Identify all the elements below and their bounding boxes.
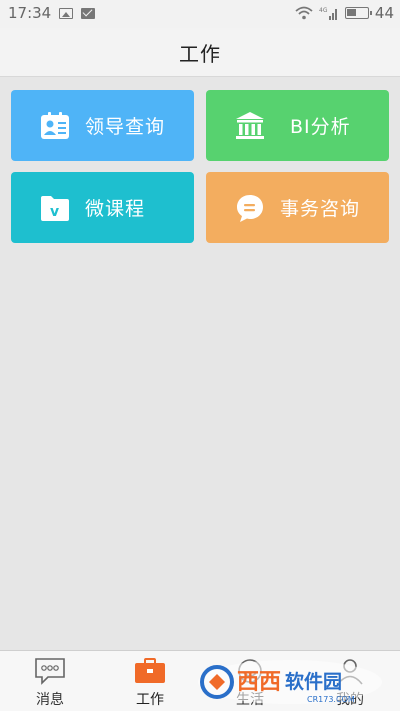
nav-label: 我的: [336, 692, 364, 708]
nav-item-life[interactable]: 生活: [200, 651, 300, 711]
contact-card-icon: [41, 112, 69, 139]
tile-bi-analysis[interactable]: BI分析: [206, 90, 389, 161]
tile-label: 领导查询: [85, 116, 166, 138]
tile-label: 微课程: [85, 198, 146, 220]
wifi-icon: [295, 6, 313, 20]
page-title: 工作: [179, 41, 221, 66]
svg-text:v: v: [50, 204, 59, 220]
nav-item-messages[interactable]: 消息: [0, 651, 100, 711]
tile-micro-course[interactable]: v 微课程: [11, 172, 194, 243]
tile-label: 事务咨询: [280, 198, 361, 220]
status-bar: 17:34 4G 44: [0, 0, 400, 28]
mail-notification-icon: [81, 7, 96, 19]
video-folder-icon: v: [41, 196, 69, 221]
battery-icon: [344, 7, 372, 19]
svg-text:4G: 4G: [319, 7, 328, 14]
nav-item-work[interactable]: 工作: [100, 651, 200, 711]
briefcase-icon: [135, 658, 165, 683]
nav-label: 工作: [136, 692, 164, 708]
tile-label: BI分析: [290, 116, 351, 138]
nav-item-mine[interactable]: 我的: [300, 651, 400, 711]
image-notification-icon: [59, 7, 74, 19]
message-icon: [35, 658, 65, 685]
nav-label: 消息: [36, 692, 64, 708]
chat-bubble-icon: [237, 195, 263, 222]
status-time: 17:34: [8, 4, 52, 22]
header-bar: 工作: [0, 28, 400, 77]
bank-icon: [236, 112, 264, 139]
signal-icon: 4G: [319, 7, 337, 20]
life-icon: [238, 659, 262, 683]
bottom-nav: 消息 工作 生活 我的: [0, 650, 400, 711]
battery-level: 44: [374, 4, 394, 22]
profile-icon: [337, 659, 363, 685]
tile-affairs-consult[interactable]: 事务咨询: [206, 172, 389, 243]
tile-leader-query[interactable]: 领导查询: [11, 90, 194, 161]
nav-label: 生活: [236, 692, 264, 708]
